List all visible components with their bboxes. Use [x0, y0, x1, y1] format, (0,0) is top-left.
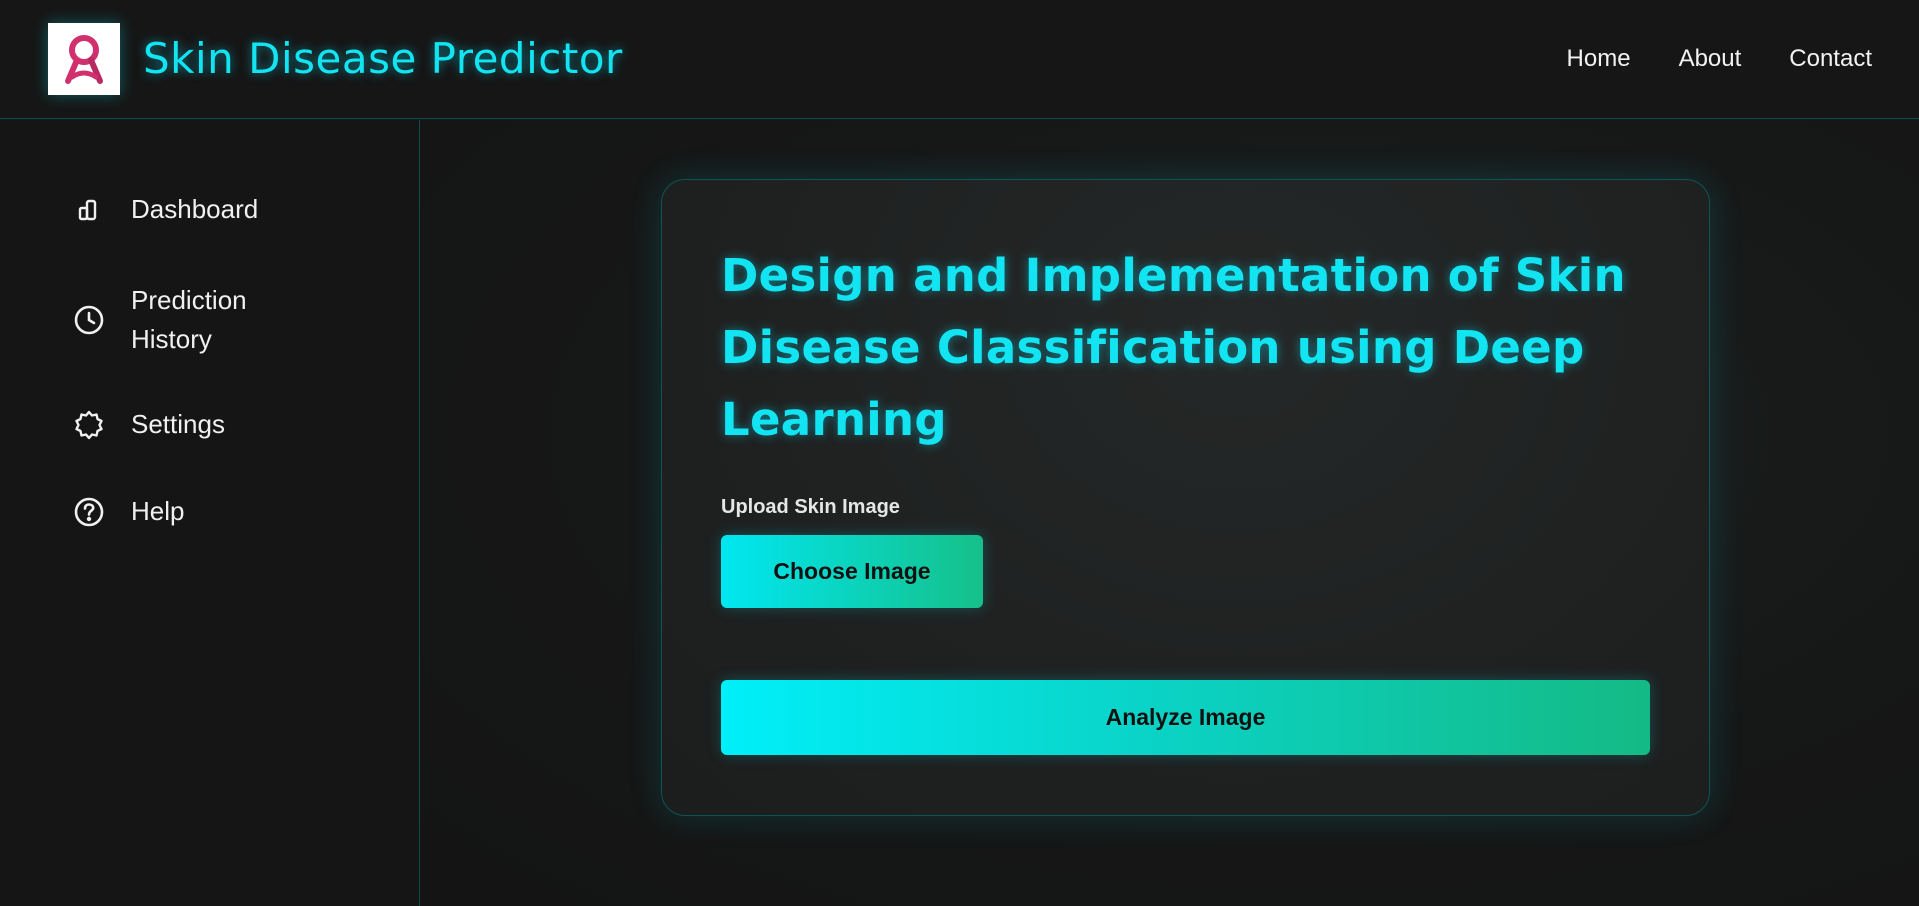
nav-home-link[interactable]: Home [1567, 42, 1631, 76]
help-icon [71, 494, 107, 530]
choose-image-button[interactable]: Choose Image [721, 535, 983, 608]
upload-label: Upload Skin Image [721, 496, 900, 518]
nav-contact-link[interactable]: Contact [1789, 42, 1872, 76]
page-title: Design and Implementation of Skin Diseas… [721, 249, 1626, 446]
app-title: Skin Disease Predictor [143, 34, 623, 83]
sidebar-item-prediction-history[interactable]: Prediction History [71, 281, 281, 359]
top-header: Skin Disease Predictor Home About Contac… [0, 0, 1919, 119]
top-nav: Home About Contact [1567, 42, 1872, 76]
sidebar: Dashboard Prediction History Settings He… [0, 120, 420, 906]
sidebar-item-label: Settings [131, 409, 225, 439]
ribbon-logo-icon[interactable] [48, 23, 120, 95]
gear-icon [71, 407, 107, 443]
sidebar-item-label: Help [131, 496, 185, 526]
sidebar-item-label: Prediction History [131, 285, 247, 354]
sidebar-item-dashboard[interactable]: Dashboard [71, 190, 258, 229]
clock-icon [71, 302, 107, 338]
sidebar-item-label: Dashboard [131, 194, 259, 224]
sidebar-item-settings[interactable]: Settings [71, 405, 225, 444]
analyze-image-button[interactable]: Analyze Image [721, 680, 1650, 755]
nav-about-link[interactable]: About [1679, 42, 1742, 76]
sidebar-item-help[interactable]: Help [71, 492, 184, 531]
upload-card: Design and Implementation of Skin Diseas… [661, 179, 1710, 816]
dashboard-icon [71, 192, 107, 228]
